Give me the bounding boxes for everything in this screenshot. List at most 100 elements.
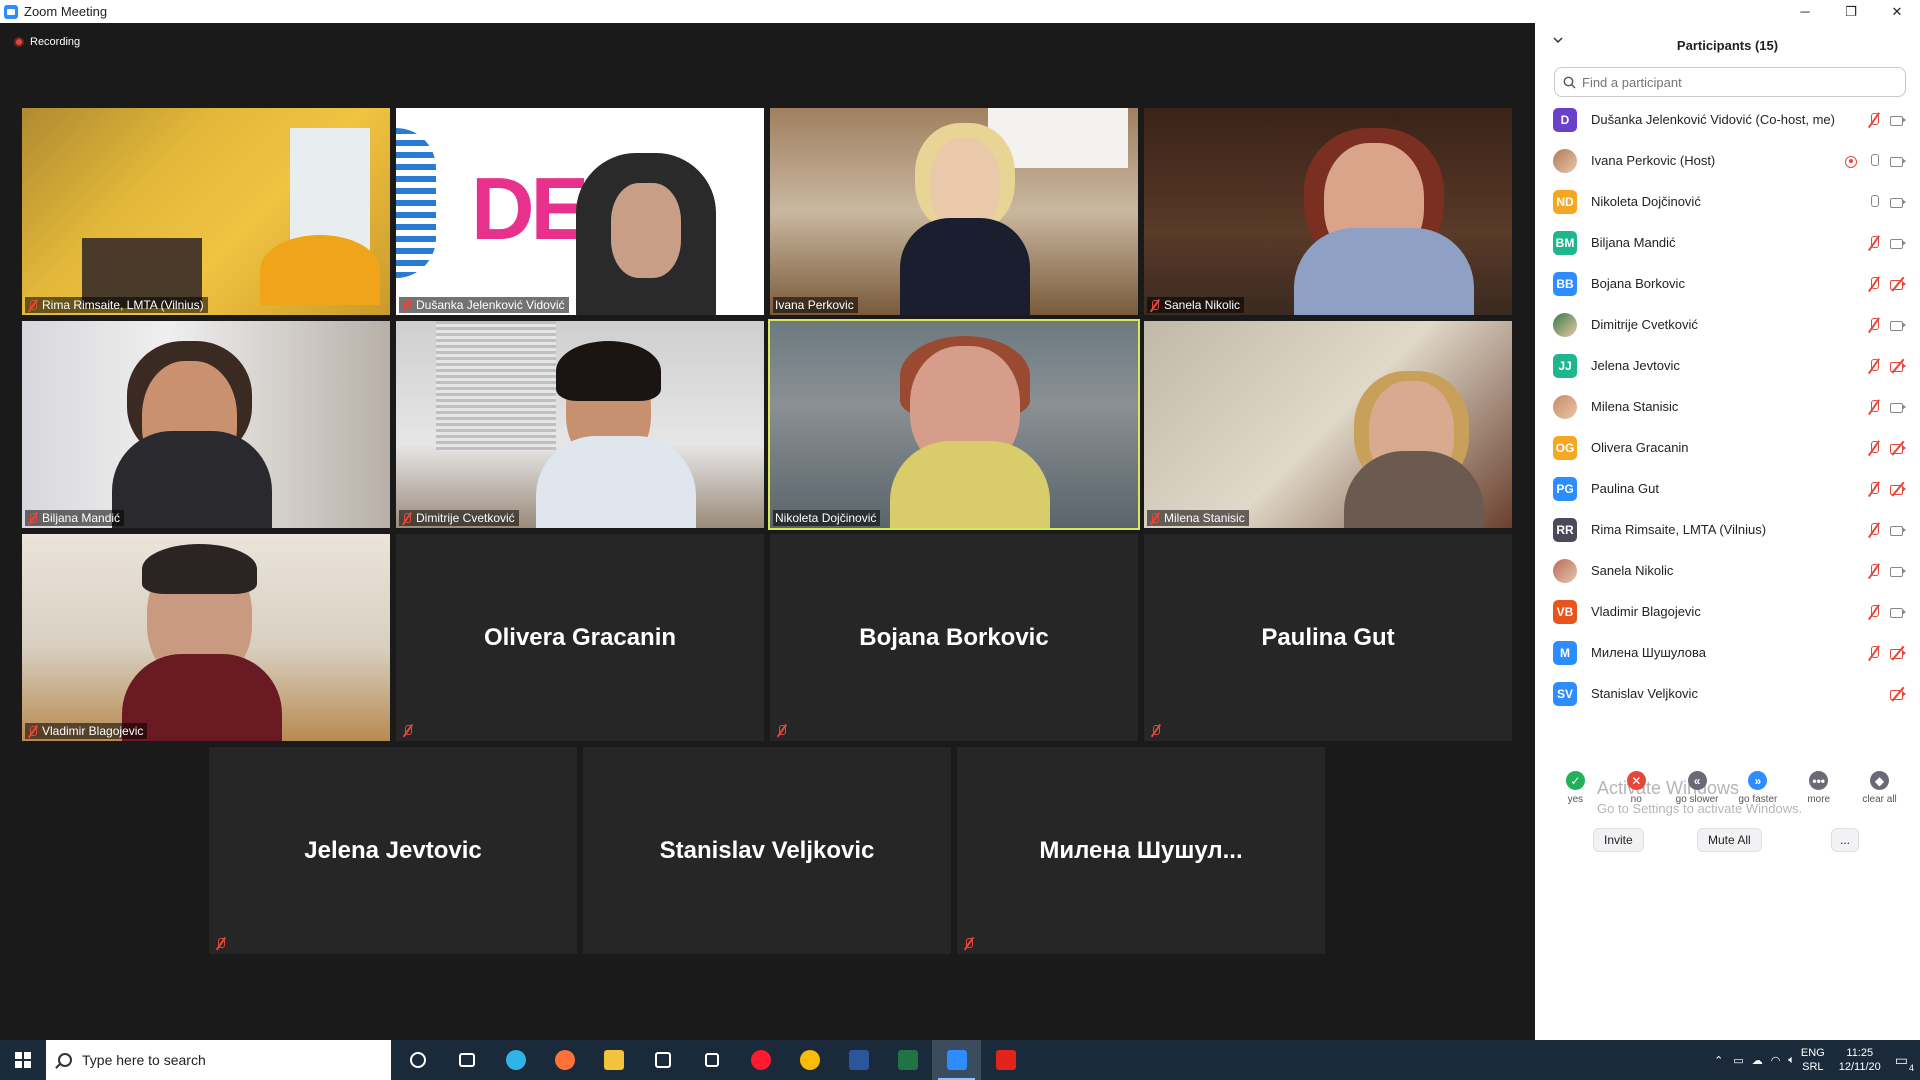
excel-taskbar-button[interactable] — [883, 1040, 932, 1080]
participant-row[interactable]: OG Olivera Gracanin — [1535, 427, 1920, 468]
participant-search-input[interactable] — [1582, 74, 1882, 90]
video-off-icon[interactable] — [1890, 276, 1906, 291]
participant-row[interactable]: SV Stanislav Veljkovic — [1535, 673, 1920, 714]
video-icon[interactable] — [1890, 236, 1906, 250]
participant-row[interactable]: RR Rima Rimsaite, LMTA (Vilnius) — [1535, 509, 1920, 550]
recording-indicator[interactable]: Recording — [14, 36, 80, 48]
video-icon[interactable] — [1890, 564, 1906, 578]
maximize-button[interactable]: ❐ — [1828, 0, 1874, 23]
video-tile[interactable]: Milena Stanisic — [1144, 321, 1512, 528]
video-tile[interactable]: Vladimir Blagojevic — [22, 534, 390, 741]
participant-row[interactable]: ND Nikoleta Dojčinović — [1535, 181, 1920, 222]
video-off-icon[interactable] — [1890, 645, 1906, 660]
participant-row[interactable]: VB Vladimir Blagojevic — [1535, 591, 1920, 632]
minimize-button[interactable]: ─ — [1782, 0, 1828, 23]
onedrive-icon[interactable]: ☁ — [1752, 1054, 1763, 1067]
mic-muted-icon[interactable] — [1866, 440, 1882, 455]
reaction-more-button[interactable]: ••• more — [1790, 771, 1848, 805]
participant-row[interactable]: Ivana Perkovic (Host) — [1535, 140, 1920, 181]
reaction-go-faster-button[interactable]: » go faster — [1729, 771, 1787, 805]
video-icon[interactable] — [1890, 523, 1906, 537]
start-button[interactable] — [0, 1040, 46, 1080]
participant-row[interactable]: BM Biljana Mandić — [1535, 222, 1920, 263]
video-tile[interactable]: Dimitrije Cvetković — [396, 321, 764, 528]
cortana-taskbar-button[interactable] — [393, 1040, 442, 1080]
mic-muted-icon[interactable] — [1866, 604, 1882, 619]
mic-muted-icon[interactable] — [1866, 481, 1882, 496]
mic-muted-icon[interactable] — [1866, 276, 1882, 291]
participant-row[interactable]: Dimitrije Cvetković — [1535, 304, 1920, 345]
name-tile[interactable]: Stanislav Veljkovic — [583, 747, 951, 954]
firefox-taskbar-button[interactable] — [540, 1040, 589, 1080]
participant-name: Paulina Gut — [1261, 623, 1395, 651]
tile-name-label: Ivana Perkovic — [773, 297, 858, 313]
notification-center-icon[interactable]: ▭ 4 — [1895, 1052, 1914, 1073]
participant-search-box[interactable] — [1554, 67, 1906, 97]
name-tile[interactable]: Bojana Borkovic — [770, 534, 1138, 741]
mic-muted-icon[interactable] — [1866, 563, 1882, 578]
participant-row[interactable]: M Милена Шушулова — [1535, 632, 1920, 673]
mic-muted-icon[interactable] — [1866, 235, 1882, 250]
video-tile[interactable]: Ivana Perkovic — [770, 108, 1138, 315]
video-icon[interactable] — [1890, 605, 1906, 619]
mic-muted-icon[interactable] — [1866, 317, 1882, 332]
zoom-taskbar-button[interactable] — [932, 1040, 981, 1080]
video-icon[interactable] — [1890, 154, 1906, 168]
video-tile[interactable]: Rima Rimsaite, LMTA (Vilnius) — [22, 108, 390, 315]
reaction-yes-button[interactable]: ✓ yes — [1546, 771, 1604, 805]
name-tile[interactable]: Olivera Gracanin — [396, 534, 764, 741]
participant-row[interactable]: Milena Stanisic — [1535, 386, 1920, 427]
participant-row[interactable]: Sanela Nikolic — [1535, 550, 1920, 591]
invite-button[interactable]: Invite — [1593, 828, 1644, 852]
name-tile[interactable]: Paulina Gut — [1144, 534, 1512, 741]
reaction-go-slower-button[interactable]: « go slower — [1668, 771, 1726, 805]
video-off-icon[interactable] — [1890, 358, 1906, 373]
video-icon[interactable] — [1890, 195, 1906, 209]
mute-all-button[interactable]: Mute All — [1697, 828, 1762, 852]
mic-muted-icon[interactable] — [1866, 358, 1882, 373]
mic-muted-icon[interactable] — [1866, 112, 1882, 127]
store-taskbar-button[interactable] — [638, 1040, 687, 1080]
task-view-taskbar-button[interactable] — [442, 1040, 491, 1080]
mic-muted-icon[interactable] — [1866, 645, 1882, 660]
mic-icon[interactable] — [1866, 194, 1882, 209]
taskbar-search-box[interactable]: Type here to search — [46, 1040, 391, 1080]
participant-row[interactable]: JJ Jelena Jevtovic — [1535, 345, 1920, 386]
video-tile[interactable]: Sanela Nikolic — [1144, 108, 1512, 315]
chevron-down-icon[interactable] — [1553, 35, 1563, 45]
tablet-taskbar-button[interactable] — [687, 1040, 736, 1080]
name-tile[interactable]: Милена Шушул... — [957, 747, 1325, 954]
word-taskbar-button[interactable] — [834, 1040, 883, 1080]
more-options-button[interactable]: ... — [1831, 828, 1860, 852]
mic-muted-icon[interactable] — [1866, 522, 1882, 537]
video-icon[interactable] — [1890, 400, 1906, 414]
video-icon[interactable] — [1890, 318, 1906, 332]
mic-icon[interactable] — [1866, 153, 1882, 168]
close-button[interactable]: ✕ — [1874, 0, 1920, 23]
video-tile[interactable]: Biljana Mandić — [22, 321, 390, 528]
video-off-icon[interactable] — [1890, 440, 1906, 455]
video-icon[interactable] — [1890, 113, 1906, 127]
show-hidden-icons-chevron-icon[interactable]: ⌃ — [1714, 1054, 1723, 1067]
mic-muted-icon[interactable] — [1866, 399, 1882, 414]
wifi-icon[interactable]: ◠ — [1771, 1054, 1781, 1067]
name-tile[interactable]: Jelena Jevtovic — [209, 747, 577, 954]
acrobat-taskbar-button[interactable] — [981, 1040, 1030, 1080]
video-off-icon[interactable] — [1890, 686, 1906, 701]
battery-icon[interactable]: ▭ — [1733, 1054, 1743, 1067]
reaction-no-button[interactable]: ✕ no — [1607, 771, 1665, 805]
video-tile[interactable]: DE Dušanka Jelenković Vidović — [396, 108, 764, 315]
volume-icon[interactable]: 🔈︎ — [1788, 1054, 1795, 1067]
language-indicator[interactable]: ENG SRL — [1801, 1046, 1825, 1074]
opera-taskbar-button[interactable] — [736, 1040, 785, 1080]
participant-row[interactable]: PG Paulina Gut — [1535, 468, 1920, 509]
edge-taskbar-button[interactable] — [491, 1040, 540, 1080]
participant-row[interactable]: D Dušanka Jelenković Vidović (Co-host, me… — [1535, 99, 1920, 140]
file-explorer-taskbar-button[interactable] — [589, 1040, 638, 1080]
video-off-icon[interactable] — [1890, 481, 1906, 496]
participant-row[interactable]: BB Bojana Borkovic — [1535, 263, 1920, 304]
chrome-taskbar-button[interactable] — [785, 1040, 834, 1080]
active-speaker-tile[interactable]: Nikoleta Dojčinović — [768, 319, 1140, 530]
reaction-clear-all-button[interactable]: ◆ clear all — [1851, 771, 1909, 805]
clock[interactable]: 11:25 12/11/20 — [1839, 1046, 1881, 1074]
